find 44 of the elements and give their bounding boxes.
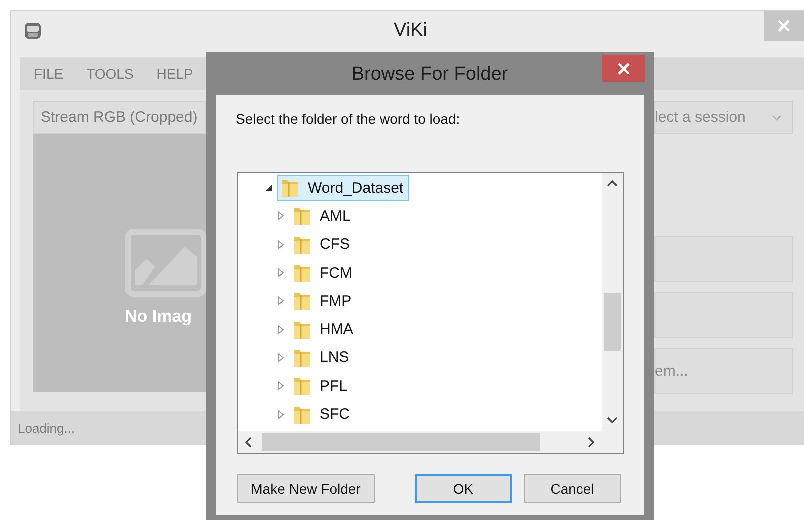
folder-icon xyxy=(292,205,312,228)
folder-item[interactable]: Word_Dataset xyxy=(277,175,409,202)
expand-triangle-icon[interactable] xyxy=(276,240,286,250)
horizontal-scrollbar[interactable] xyxy=(238,431,623,453)
dialog-button[interactable]: OK xyxy=(415,474,512,503)
expand-triangle-icon[interactable] xyxy=(276,324,286,335)
window-title: ViKi xyxy=(394,20,428,42)
folder-item[interactable]: PFL xyxy=(289,373,353,400)
expand-triangle-icon[interactable] xyxy=(276,381,286,392)
folder-icon xyxy=(292,375,312,398)
prompt-text: Select the folder of the word to load: xyxy=(236,110,462,129)
collapse-triangle-icon[interactable] xyxy=(264,183,274,194)
logo-icon xyxy=(23,21,43,41)
folder-item[interactable]: FCM xyxy=(289,260,358,286)
status-text: Loading... xyxy=(18,420,76,436)
scroll-right-icon[interactable] xyxy=(588,437,595,448)
close-icon xyxy=(778,20,790,32)
expand-triangle-icon[interactable] xyxy=(276,410,286,420)
scroll-up-icon[interactable] xyxy=(607,180,618,187)
scroll-left-icon[interactable] xyxy=(245,437,252,448)
expand-triangle-icon[interactable] xyxy=(276,268,286,278)
close-icon xyxy=(618,62,630,74)
scroll-thumb[interactable] xyxy=(604,293,621,351)
scroll-thumb[interactable] xyxy=(262,433,540,451)
folder-item[interactable]: SFC xyxy=(289,402,355,428)
dialog-button[interactable]: Cancel xyxy=(524,474,621,503)
folder-item[interactable]: HMA xyxy=(289,316,358,343)
folder-item[interactable]: AML xyxy=(289,203,356,230)
chevron-down-icon xyxy=(772,114,782,120)
folder-item[interactable]: FMP xyxy=(289,288,357,314)
scroll-down-icon[interactable] xyxy=(607,417,618,424)
expand-triangle-icon[interactable] xyxy=(276,352,286,363)
dialog-title: Browse For Folder xyxy=(352,64,508,86)
folder-item[interactable]: CFS xyxy=(289,232,355,258)
dialog-button[interactable]: Make New Folder xyxy=(237,474,375,503)
vertical-scrollbar[interactable] xyxy=(602,173,623,431)
folder-icon xyxy=(280,177,300,200)
no-image-label: No Imag xyxy=(125,307,192,327)
folder-item[interactable]: LNS xyxy=(289,344,354,371)
folder-icon xyxy=(292,262,312,284)
close-button[interactable] xyxy=(602,55,645,82)
folder-icon xyxy=(292,290,312,312)
expand-triangle-icon[interactable] xyxy=(276,296,286,306)
expand-triangle-icon[interactable] xyxy=(276,211,286,222)
